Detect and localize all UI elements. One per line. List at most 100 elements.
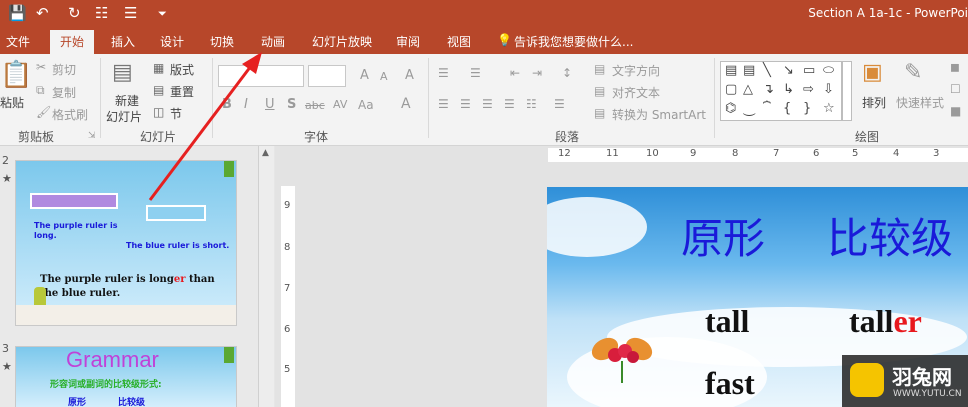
tell-me-search[interactable]: 告诉我您想要做什么... xyxy=(514,33,633,50)
triangle-shape-icon[interactable]: △ xyxy=(743,82,753,97)
numbering-icon[interactable]: ☰ xyxy=(470,66,481,80)
align-center-icon[interactable]: ☰ xyxy=(460,97,471,111)
char-spacing-button[interactable]: AV xyxy=(333,98,347,111)
tab-insert[interactable]: 插入 xyxy=(111,33,135,50)
copy-button[interactable]: 复制 xyxy=(52,84,76,101)
scissors-icon[interactable]: ✂ xyxy=(36,60,46,74)
left-brace-shape-icon[interactable]: { xyxy=(783,101,791,116)
new-slide-icon[interactable]: ▤ xyxy=(112,60,133,85)
paste-button[interactable]: 粘贴 xyxy=(0,94,24,111)
oval-shape-icon[interactable]: ⬭ xyxy=(823,63,834,78)
layout-icon[interactable]: ▦ xyxy=(153,61,164,75)
tab-design[interactable]: 设计 xyxy=(160,33,184,50)
text-direction-icon[interactable]: ▤ xyxy=(594,62,605,76)
star-icon: ★ xyxy=(2,360,12,373)
arrange-button[interactable]: 排列 xyxy=(862,94,886,111)
shape-outline-icon[interactable]: ☐ xyxy=(950,82,961,96)
curve-shape-icon[interactable]: ⏝ xyxy=(743,101,756,116)
arc-shape-icon[interactable]: ⏞ xyxy=(763,101,771,116)
bold-button[interactable]: B xyxy=(222,97,232,112)
tab-home[interactable]: 开始 xyxy=(50,30,95,54)
right-arrow-shape-icon[interactable]: ⇨ xyxy=(803,82,814,97)
undo-icon[interactable]: ↶ xyxy=(36,4,49,22)
increase-indent-icon[interactable]: ⇥ xyxy=(532,66,542,80)
paste-icon[interactable]: 📋 xyxy=(0,60,32,90)
shapes-gallery[interactable]: ▤ ▤ ╲ ↘ ▭ ⬭ ▢ △ ↴ ↳ ⇨ ⇩ ⌬ ⏝ ⏞ { } ☆ xyxy=(720,61,842,121)
section-icon[interactable]: ◫ xyxy=(153,105,164,119)
quick-styles-button[interactable]: 快速样式 xyxy=(896,94,944,111)
tab-file[interactable]: 文件 xyxy=(6,33,30,50)
font-size-combo[interactable] xyxy=(308,65,346,87)
bullets-icon[interactable]: ☰ xyxy=(438,66,449,80)
decrease-indent-icon[interactable]: ⇤ xyxy=(510,66,520,80)
text-direction-button[interactable]: 文字方向 xyxy=(612,62,660,79)
arrange-icon[interactable]: ▣ xyxy=(862,60,883,85)
align-text-icon[interactable]: ▤ xyxy=(594,84,605,98)
list-icon[interactable]: ☰ xyxy=(124,4,137,22)
quick-styles-icon[interactable]: ✎ xyxy=(904,60,922,85)
copy-icon[interactable]: ⧉ xyxy=(36,83,45,98)
reset-icon[interactable]: ▤ xyxy=(153,83,164,97)
align-left-icon[interactable]: ☰ xyxy=(438,97,449,111)
shadow-button[interactable]: S xyxy=(287,97,296,112)
tab-view[interactable]: 视图 xyxy=(447,33,471,50)
right-brace-shape-icon[interactable]: } xyxy=(803,101,811,116)
elbow-arrow-shape-icon[interactable]: ↳ xyxy=(783,82,794,97)
new-slide-label-1[interactable]: 新建 xyxy=(115,92,139,109)
shape-fill-icon[interactable]: ◼ xyxy=(950,60,960,74)
star-shape-icon[interactable]: ☆ xyxy=(823,101,835,116)
font-color-button[interactable]: A xyxy=(401,96,411,112)
shape-effects-icon[interactable]: ■ xyxy=(950,104,961,118)
distribute-icon[interactable]: ☰ xyxy=(554,97,565,111)
shapes-gallery-scroll[interactable] xyxy=(842,61,852,121)
grow-font-button[interactable]: A xyxy=(360,68,369,83)
change-case-button[interactable]: Aa xyxy=(358,98,374,112)
columns-icon[interactable]: ☷ xyxy=(526,97,537,111)
align-text-button[interactable]: 对齐文本 xyxy=(612,84,660,101)
customize-toolbar-icon[interactable]: ⏷ xyxy=(158,7,167,21)
down-arrow-shape-icon[interactable]: ⇩ xyxy=(823,82,834,97)
watermark-url: WWW.YUTU.CN xyxy=(893,389,962,399)
textbox-shape-icon[interactable]: ▤ xyxy=(725,63,737,78)
save-icon[interactable]: 💾 xyxy=(8,4,27,22)
title-bar: 💾 ↶ ↻ ☷ ☰ ⏷ Section A 1a-1c - PowerPoi xyxy=(0,0,968,28)
layout-button[interactable]: 版式 xyxy=(170,61,194,78)
reset-button[interactable]: 重置 xyxy=(170,83,194,100)
strikethrough-button[interactable]: abc xyxy=(305,99,325,112)
brush-icon[interactable]: 🖌 xyxy=(36,105,51,119)
line-shape-icon[interactable]: ╲ xyxy=(763,63,771,78)
redo-icon[interactable]: ↻ xyxy=(68,4,81,22)
justify-icon[interactable]: ☰ xyxy=(504,97,515,111)
clear-format-button[interactable]: A xyxy=(405,68,414,83)
shrink-font-button[interactable]: A xyxy=(380,70,388,83)
arrow-line-shape-icon[interactable]: ↘ xyxy=(783,63,794,78)
ribbon-tabs: 文件 开始 插入 设计 切换 动画 幻灯片放映 审阅 视图 💡 告诉我您想要做什… xyxy=(0,28,968,54)
rounded-rect-shape-icon[interactable]: ▢ xyxy=(725,82,737,97)
tab-slideshow[interactable]: 幻灯片放映 xyxy=(312,33,372,50)
rectangle-shape-icon[interactable]: ▭ xyxy=(803,63,815,78)
present-from-start-icon[interactable]: ☷ xyxy=(95,4,108,22)
align-right-icon[interactable]: ☰ xyxy=(482,97,493,111)
scroll-up-icon[interactable]: ▲ xyxy=(262,148,269,158)
tab-transitions[interactable]: 切换 xyxy=(210,33,234,50)
format-painter-button[interactable]: 格式刷 xyxy=(52,106,88,123)
slide-thumbnail-2[interactable]: The purple ruler is long. The blue ruler… xyxy=(15,160,237,326)
thumbnail-scrollbar[interactable]: ▲ xyxy=(258,146,274,407)
line-spacing-icon[interactable]: ↕ xyxy=(562,66,572,80)
slide-thumbnail-3[interactable]: Grammar 形容词或副词的比较级形式: 原形 比较级 xyxy=(15,346,237,407)
new-slide-label-2[interactable]: 幻灯片 xyxy=(106,108,142,125)
elbow-connector-shape-icon[interactable]: ↴ xyxy=(763,82,774,97)
slide-word-tall: tall xyxy=(705,303,750,339)
convert-smartart-button[interactable]: 转换为 SmartArt xyxy=(612,106,706,123)
tab-animations[interactable]: 动画 xyxy=(261,33,285,50)
vertical-textbox-shape-icon[interactable]: ▤ xyxy=(743,63,755,78)
tab-review[interactable]: 审阅 xyxy=(396,33,420,50)
smartart-icon[interactable]: ▤ xyxy=(594,106,605,120)
dialog-launcher-icon[interactable]: ⇲ xyxy=(88,131,96,141)
cut-button[interactable]: 剪切 xyxy=(52,61,76,78)
section-button[interactable]: 节 xyxy=(170,105,182,122)
font-name-combo[interactable] xyxy=(218,65,304,87)
italic-button[interactable]: I xyxy=(244,97,248,112)
freeform-shape-icon[interactable]: ⌬ xyxy=(725,101,736,116)
underline-button[interactable]: U xyxy=(265,97,275,112)
